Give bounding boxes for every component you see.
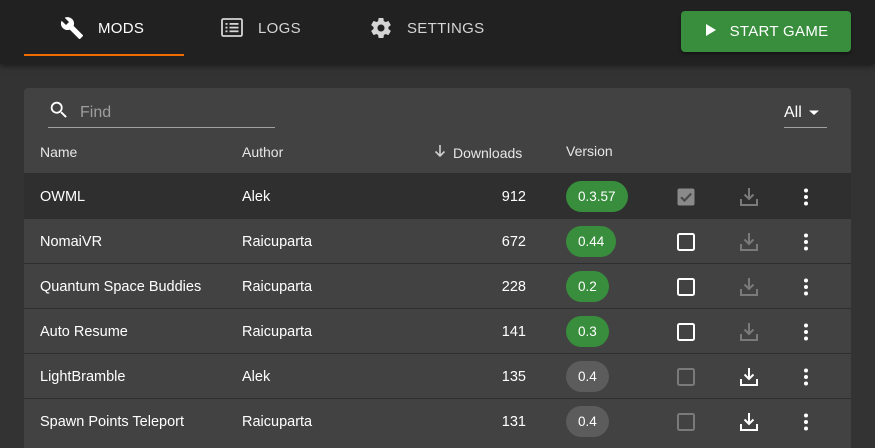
mod-downloads: 135 <box>501 368 526 385</box>
search-icon <box>48 99 70 126</box>
start-game-button[interactable]: START GAME <box>681 11 851 52</box>
table-row[interactable]: Quantum Space Buddies Raicuparta 228 0.2 <box>24 263 851 308</box>
play-icon <box>704 23 718 41</box>
search-input[interactable] <box>80 103 260 122</box>
mod-name: LightBramble <box>40 368 126 385</box>
search-field[interactable] <box>48 98 275 128</box>
more-vert-icon[interactable] <box>803 174 809 219</box>
mod-downloads: 228 <box>501 278 526 295</box>
mod-downloads: 912 <box>501 188 526 205</box>
wrench-icon <box>60 16 84 40</box>
column-header-version[interactable]: Version <box>566 143 613 159</box>
mod-name: OWML <box>40 188 86 205</box>
enable-checkbox <box>676 399 696 444</box>
table-row[interactable]: NomaiVR Raicuparta 672 0.44 <box>24 218 851 263</box>
filter-select[interactable]: All <box>784 98 827 128</box>
download-icon <box>738 309 760 354</box>
version-badge-wrap: 0.2 <box>566 264 609 309</box>
version-badge-wrap: 0.4 <box>566 354 609 399</box>
caret-down-icon <box>808 104 820 122</box>
enable-checkbox[interactable] <box>676 309 696 354</box>
mod-author: Alek <box>242 368 271 385</box>
mod-author: Raicuparta <box>242 323 313 340</box>
version-badge: 0.4 <box>566 406 609 437</box>
gear-icon <box>369 16 393 40</box>
tab-mods-label: MODS <box>98 19 145 37</box>
enable-checkbox <box>676 354 696 399</box>
tab-logs[interactable]: LOGS <box>220 0 301 56</box>
enable-checkbox[interactable] <box>676 264 696 309</box>
table-row[interactable]: Spawn Points Teleport Raicuparta 131 0.4 <box>24 398 851 443</box>
filter-value: All <box>784 103 802 121</box>
more-vert-icon[interactable] <box>803 264 809 309</box>
mod-downloads: 131 <box>501 413 526 430</box>
more-vert-icon[interactable] <box>803 309 809 354</box>
column-header-downloads-label: Downloads <box>453 144 523 161</box>
mod-downloads: 672 <box>501 233 526 250</box>
column-header-downloads[interactable]: Downloads <box>433 144 522 161</box>
tab-settings-label: SETTINGS <box>407 19 485 37</box>
mod-author: Alek <box>242 188 271 205</box>
version-badge: 0.3 <box>566 316 609 347</box>
enable-checkbox <box>676 174 696 219</box>
mod-name: Spawn Points Teleport <box>40 413 185 430</box>
mod-name: NomaiVR <box>40 233 103 250</box>
top-app-bar: MODS LOGS SETTINGS START GAME <box>0 0 875 64</box>
mods-table-body: OWML Alek 912 0.3.57 NomaiVR Raicuparta 672 0.4… <box>24 173 851 443</box>
download-icon[interactable] <box>738 354 760 399</box>
table-row[interactable]: OWML Alek 912 0.3.57 <box>24 173 851 218</box>
sort-arrow-down-icon <box>433 144 447 161</box>
download-icon[interactable] <box>738 399 760 444</box>
mod-author: Raicuparta <box>242 233 313 250</box>
download-icon <box>738 264 760 309</box>
table-row[interactable]: Auto Resume Raicuparta 141 0.3 <box>24 308 851 353</box>
more-vert-icon[interactable] <box>803 399 809 444</box>
mod-author: Raicuparta <box>242 278 313 295</box>
version-badge-wrap: 0.3.57 <box>566 174 628 219</box>
table-row[interactable]: LightBramble Alek 135 0.4 <box>24 353 851 398</box>
more-vert-icon[interactable] <box>803 354 809 399</box>
download-icon <box>738 174 760 219</box>
mod-author: Raicuparta <box>242 413 313 430</box>
active-tab-indicator <box>24 54 184 56</box>
version-badge: 0.2 <box>566 271 609 302</box>
mods-panel: All Name Author Downloads Version OWML Al… <box>24 88 851 448</box>
tab-mods[interactable]: MODS <box>60 0 144 56</box>
version-badge: 0.44 <box>566 226 617 257</box>
start-game-label: START GAME <box>729 23 829 40</box>
mod-downloads: 141 <box>501 323 526 340</box>
download-icon <box>738 219 760 264</box>
column-header-author[interactable]: Author <box>242 144 283 160</box>
mod-name: Quantum Space Buddies <box>40 278 202 295</box>
version-badge-wrap: 0.4 <box>566 399 609 444</box>
mod-name: Auto Resume <box>40 323 128 340</box>
version-badge: 0.3.57 <box>566 181 628 212</box>
version-badge-wrap: 0.44 <box>566 219 617 264</box>
enable-checkbox[interactable] <box>676 219 696 264</box>
column-header-name[interactable]: Name <box>40 144 77 160</box>
tab-settings[interactable]: SETTINGS <box>369 0 484 56</box>
tab-logs-label: LOGS <box>258 19 301 37</box>
version-badge: 0.4 <box>566 361 609 392</box>
more-vert-icon[interactable] <box>803 219 809 264</box>
logs-list-icon <box>220 16 244 40</box>
version-badge-wrap: 0.3 <box>566 309 609 354</box>
